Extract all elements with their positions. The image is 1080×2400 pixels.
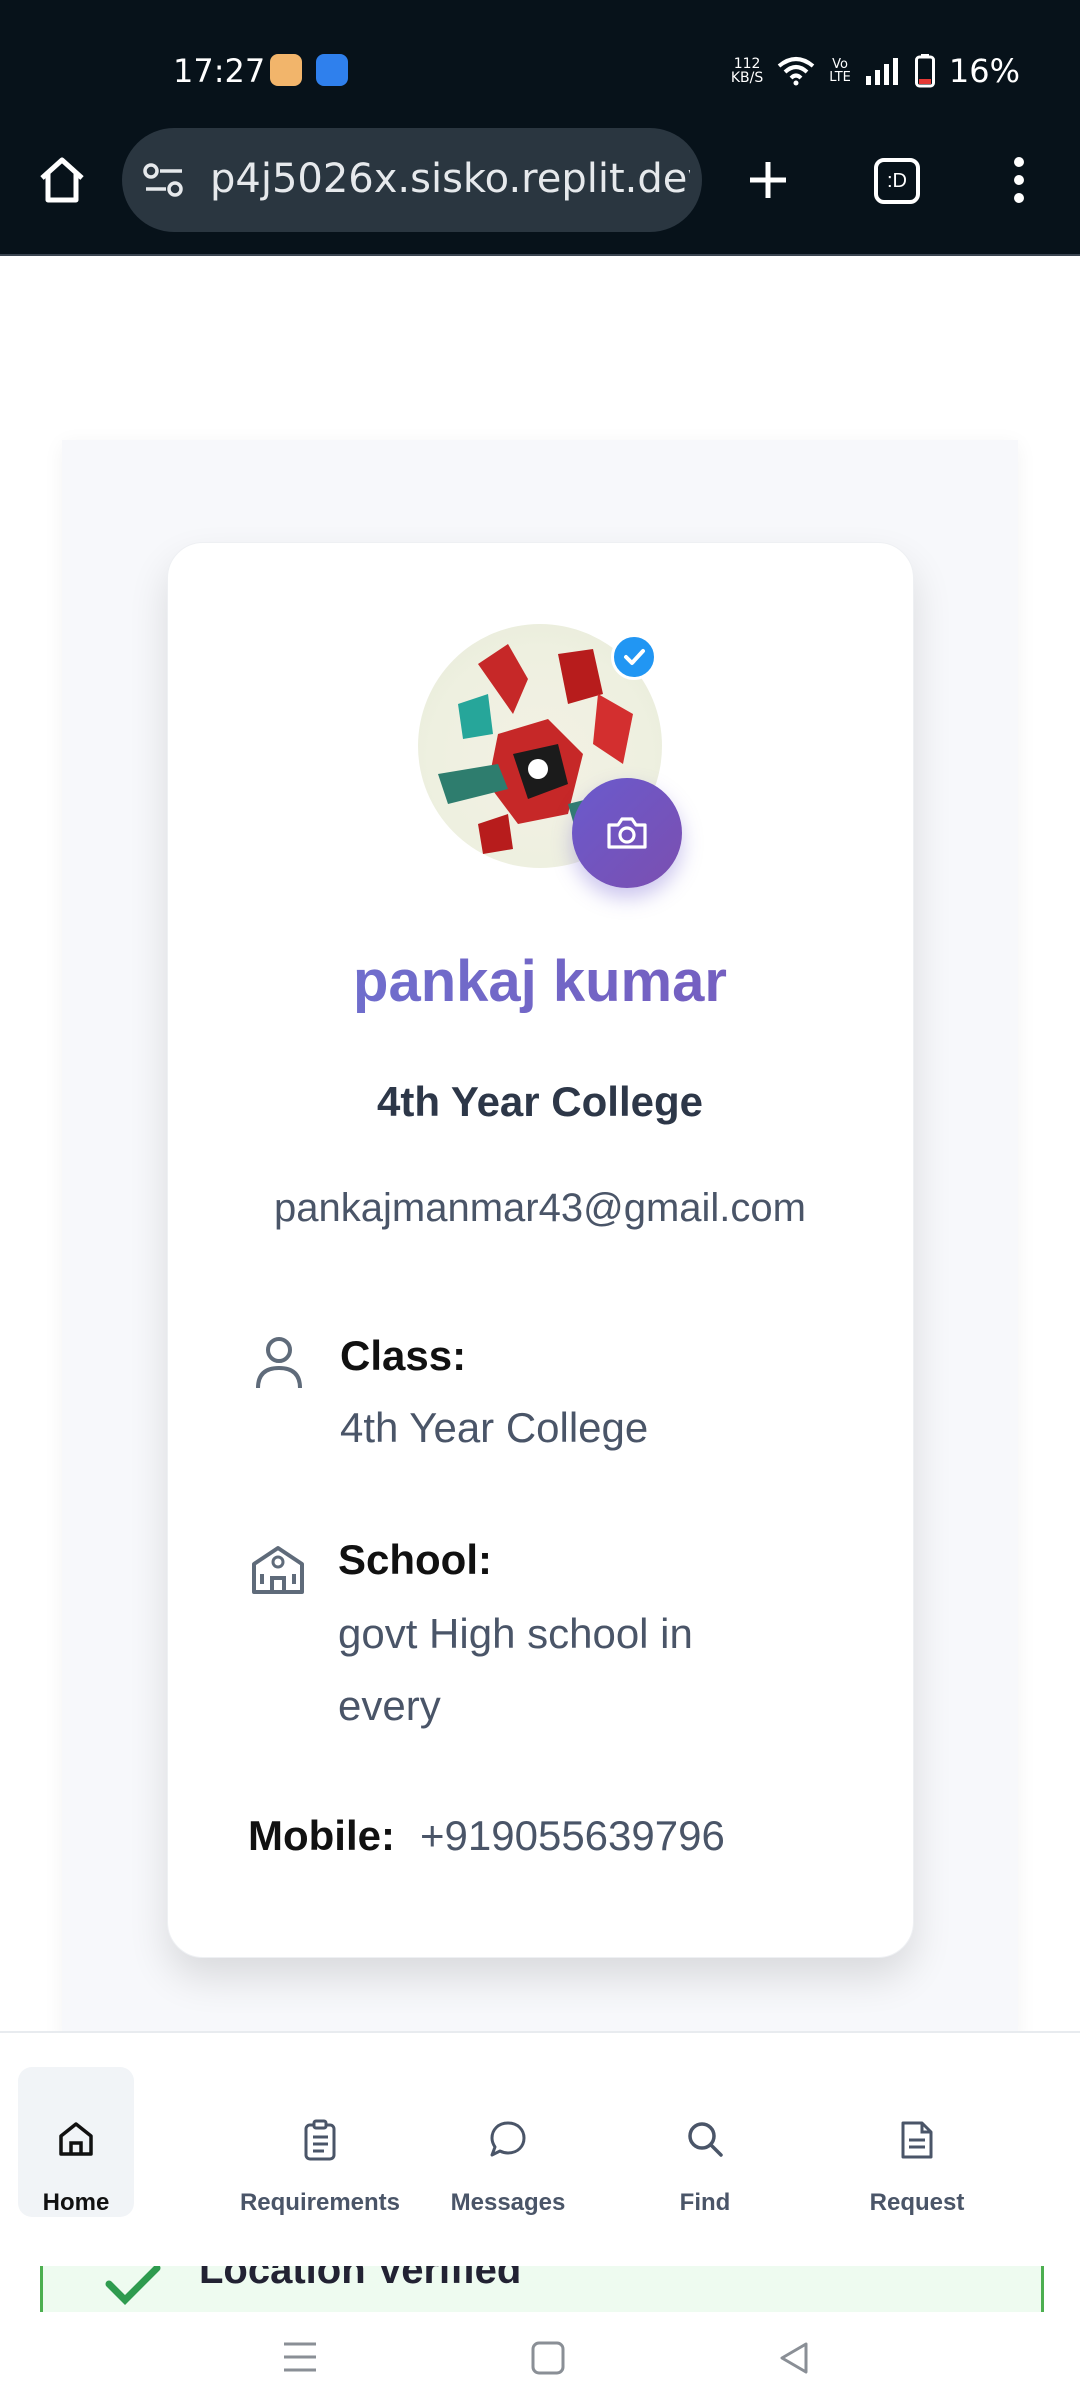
- nav-find[interactable]: Find: [650, 2067, 760, 2217]
- school-label: School:: [338, 1536, 492, 1583]
- class-value: 4th Year College: [340, 1404, 649, 1451]
- nav-label-find: Find: [679, 2189, 731, 2216]
- check-icon: [105, 2266, 161, 2305]
- notification-app-icon: [270, 54, 302, 86]
- mobile-value: +919055639796: [420, 1812, 725, 1859]
- network-speed-value: 112: [733, 56, 761, 72]
- profile-subtitle: 4th Year College: [376, 1078, 704, 1125]
- status-time: 17:27: [173, 52, 266, 90]
- url-text: p4j5026x.sisko.replit.dev: [210, 156, 690, 202]
- profile-name: pankaj kumar: [0, 948, 1080, 1015]
- profile-email: pankajmanmar43@gmail.com: [274, 1186, 806, 1230]
- recent-apps-icon[interactable]: [280, 2340, 320, 2374]
- wifi-icon: [777, 57, 815, 86]
- school-value-line2: every: [338, 1682, 441, 1729]
- clipboard-icon: [304, 2119, 336, 2161]
- nav-label-home: Home: [42, 2189, 110, 2216]
- network-speed-unit: KB/S: [730, 70, 764, 86]
- nav-label-messages: Messages: [450, 2189, 566, 2216]
- volte-indicator: Vo LTE: [829, 58, 851, 84]
- address-bar[interactable]: p4j5026x.sisko.replit.dev: [122, 128, 702, 232]
- nav-label-requirements: Requirements: [239, 2189, 401, 2216]
- page-content: [0, 256, 1080, 2040]
- home-button-icon[interactable]: [530, 2340, 566, 2376]
- school-value-line1: govt High school in: [338, 1610, 693, 1657]
- class-label: Class:: [340, 1332, 467, 1379]
- home-icon: [59, 2122, 93, 2156]
- back-icon[interactable]: [776, 2340, 812, 2376]
- mobile-label: Mobile:: [248, 1812, 395, 1859]
- home-icon[interactable]: [36, 154, 88, 206]
- nav-home[interactable]: Home: [18, 2067, 134, 2217]
- nav-messages[interactable]: Messages: [438, 2067, 578, 2217]
- chat-bubble-icon: [490, 2121, 526, 2157]
- site-settings-icon[interactable]: [142, 162, 186, 198]
- menu-dots-icon[interactable]: [1004, 154, 1034, 206]
- verified-badge-icon: [611, 634, 657, 680]
- network-speed: 112 KB/S: [731, 57, 763, 85]
- new-tab-icon[interactable]: [744, 156, 792, 204]
- change-photo-button[interactable]: [572, 778, 682, 888]
- system-navigation-bar: [0, 2312, 1080, 2400]
- battery-percent: 16%: [948, 52, 1020, 90]
- nav-requirements[interactable]: Requirements: [230, 2067, 410, 2217]
- location-verified-text: Location Verified: [199, 2266, 522, 2292]
- nav-label-request: Request: [869, 2189, 965, 2216]
- camera-icon: [607, 817, 647, 849]
- tab-count: :D: [887, 170, 907, 192]
- bottom-navigation: Home Requirements Messages Find Request: [0, 2031, 1080, 2269]
- document-icon: [901, 2121, 933, 2159]
- signal-icon: [865, 58, 898, 85]
- browser-toolbar: p4j5026x.sisko.replit.dev :D: [0, 128, 1080, 256]
- status-bar: 17:27 112 KB/S Vo LTE 16%: [0, 0, 1080, 128]
- user-icon: [256, 1337, 302, 1389]
- weather-app-icon: [316, 54, 348, 86]
- location-verified-banner: Location Verified: [40, 2266, 1044, 2312]
- nav-request[interactable]: Request: [850, 2067, 984, 2217]
- battery-icon: [914, 54, 935, 88]
- tab-switcher-button[interactable]: :D: [874, 158, 920, 204]
- volte-bottom: LTE: [829, 70, 851, 85]
- search-icon: [688, 2122, 723, 2157]
- school-icon: [252, 1546, 304, 1594]
